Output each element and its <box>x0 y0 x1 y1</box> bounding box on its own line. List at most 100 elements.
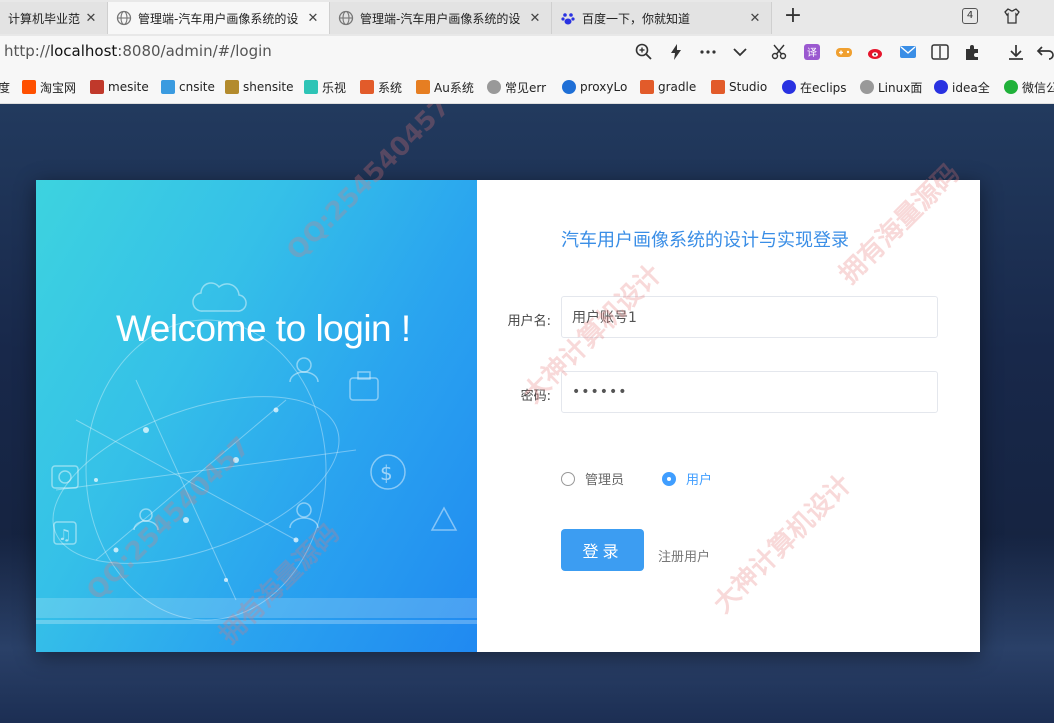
password-label: 密码: <box>520 389 551 404</box>
register-link[interactable]: 注册用户 <box>658 546 710 565</box>
tv-icon <box>304 80 318 94</box>
radio-label: 管理员 <box>585 473 625 488</box>
bookmark-label: 度 <box>0 80 11 95</box>
address-toolbar: http://localhost:8080/admin/#/login 译 <box>0 36 1054 68</box>
radio-circle-icon <box>561 471 575 486</box>
zoom-icon[interactable] <box>634 42 654 62</box>
bookmark-label: Studio <box>729 80 768 94</box>
csdn-icon <box>711 80 725 94</box>
bookmark-icon <box>225 80 239 94</box>
shirt-icon[interactable] <box>1002 6 1022 26</box>
browser-tab[interactable]: 计算机毕业范 ✕ <box>0 2 108 34</box>
bookmarks-bar: 度 淘宝网 mesite cnsite shensite 乐视 系统 Au系统 … <box>0 68 1054 104</box>
bookmark-label: 常见err <box>505 80 547 95</box>
globe-icon <box>116 10 132 26</box>
taobao-icon <box>22 80 36 94</box>
csdn-icon <box>360 80 374 94</box>
browser-tab[interactable]: 百度一下，你就知道 ✕ <box>552 2 772 34</box>
login-card: $ ♫ Welcome to login ! 汽车用户画像系统的设计与实现登录 … <box>36 180 980 652</box>
svg-text:$: $ <box>380 461 393 485</box>
tab-title: 计算机毕业范 <box>8 11 81 26</box>
browser-tab[interactable]: 管理端-汽车用户画像系统的设 ✕ <box>330 2 552 34</box>
wechat-icon <box>1004 80 1018 94</box>
bookmark-item[interactable]: 在eclips <box>782 78 848 96</box>
page-background: $ ♫ Welcome to login ! 汽车用户画像系统的设计与实现登录 … <box>0 104 1054 723</box>
reader-icon[interactable] <box>930 42 950 62</box>
bookmark-label: idea全 <box>952 80 990 95</box>
url-bar[interactable]: http://localhost:8080/admin/#/login <box>4 42 272 60</box>
close-tab-icon[interactable]: ✕ <box>747 11 763 26</box>
bookmark-icon <box>416 80 430 94</box>
extensions-icon[interactable] <box>962 42 982 62</box>
url-prefix: http:// <box>4 42 50 60</box>
tab-title: 管理端-汽车用户画像系统的设 <box>138 11 299 26</box>
close-tab-icon[interactable]: ✕ <box>305 11 321 26</box>
tech-network-illustration: $ ♫ <box>36 282 477 624</box>
bookmark-item[interactable]: Linux面 <box>860 78 924 96</box>
tab-title: 百度一下，你就知道 <box>582 11 691 26</box>
bookmark-item[interactable]: 淘宝网 <box>22 78 82 96</box>
bookmark-item[interactable]: 常见err <box>487 78 547 96</box>
scissors-icon[interactable] <box>770 42 790 62</box>
lightning-icon[interactable] <box>666 42 686 62</box>
play-icon <box>161 80 175 94</box>
bookmark-item[interactable]: shensite <box>225 78 295 96</box>
browser-tab-strip: 计算机毕业范 ✕ 管理端-汽车用户画像系统的设 ✕ 管理端-汽车用户画像系统的设… <box>0 0 1054 36</box>
weibo-icon[interactable] <box>866 42 886 62</box>
undo-icon[interactable] <box>1036 42 1054 62</box>
bookmark-item[interactable]: idea全 <box>934 78 994 96</box>
globe-icon <box>338 10 354 26</box>
chevron-down-icon[interactable] <box>730 42 750 62</box>
radio-checked-icon <box>662 471 676 486</box>
login-button[interactable]: 登录 <box>561 529 644 571</box>
bookmark-item[interactable]: gradle <box>640 78 698 96</box>
globe-icon <box>487 80 501 94</box>
close-tab-icon[interactable]: ✕ <box>83 11 99 26</box>
bookmark-label: Linux面 <box>878 80 923 95</box>
bookmark-item[interactable]: cnsite <box>161 78 217 96</box>
baidu-paw-icon <box>782 80 796 94</box>
bookmark-item[interactable]: 微信公 <box>1004 78 1054 96</box>
login-form-panel: 汽车用户画像系统的设计与实现登录 用户名: 密码: 管理员 用户 登录 注册用户 <box>477 180 980 652</box>
close-tab-icon[interactable]: ✕ <box>527 11 543 26</box>
bookmark-item[interactable]: 系统 <box>360 78 406 96</box>
bookmark-label: gradle <box>658 80 697 94</box>
password-input[interactable] <box>561 371 938 413</box>
new-tab-button[interactable]: + <box>780 4 806 30</box>
baidu-paw-icon <box>561 13 575 25</box>
translate-icon[interactable]: 译 <box>802 42 822 62</box>
welcome-panel: $ ♫ Welcome to login ! <box>36 180 477 652</box>
bookmark-label: Au系统 <box>434 80 474 95</box>
url-path: :8080/admin/#/login <box>117 42 272 60</box>
bookmark-label: cnsite <box>179 80 215 94</box>
bookmark-label: 微信公 <box>1022 80 1054 95</box>
bookmark-item[interactable]: mesite <box>90 78 152 96</box>
browser-tab-active[interactable]: 管理端-汽车用户画像系统的设 ✕ <box>108 2 330 34</box>
url-host: localhost <box>49 42 118 60</box>
bookmark-icon <box>90 80 104 94</box>
baidu-paw-icon <box>934 80 948 94</box>
bookmark-item[interactable]: 乐视 <box>304 78 350 96</box>
bookmark-item[interactable]: Studio <box>711 78 769 96</box>
bookmark-item[interactable]: Au系统 <box>416 78 478 96</box>
tab-title: 管理端-汽车用户画像系统的设 <box>360 11 521 26</box>
svg-text:♫: ♫ <box>58 526 71 544</box>
username-input[interactable] <box>561 296 938 338</box>
username-label: 用户名: <box>507 314 551 329</box>
role-radio-admin[interactable]: 管理员 <box>561 469 624 488</box>
role-radio-user[interactable]: 用户 <box>662 469 712 488</box>
svg-text:译: 译 <box>807 47 817 59</box>
bookmark-item[interactable]: 度 <box>0 78 14 96</box>
bookmark-label: shensite <box>243 80 294 94</box>
welcome-heading: Welcome to login ! <box>116 308 411 349</box>
more-icon[interactable] <box>698 42 718 62</box>
bookmark-icon <box>562 80 576 94</box>
csdn-icon <box>640 80 654 94</box>
bookmark-item[interactable]: proxyLo <box>562 78 628 96</box>
mail-icon[interactable] <box>898 42 918 62</box>
globe-icon <box>860 80 874 94</box>
gamepad-icon[interactable] <box>834 42 854 62</box>
download-icon[interactable] <box>1006 42 1026 62</box>
bookmark-label: mesite <box>108 80 149 94</box>
tab-count-badge[interactable]: 4 <box>962 8 978 24</box>
